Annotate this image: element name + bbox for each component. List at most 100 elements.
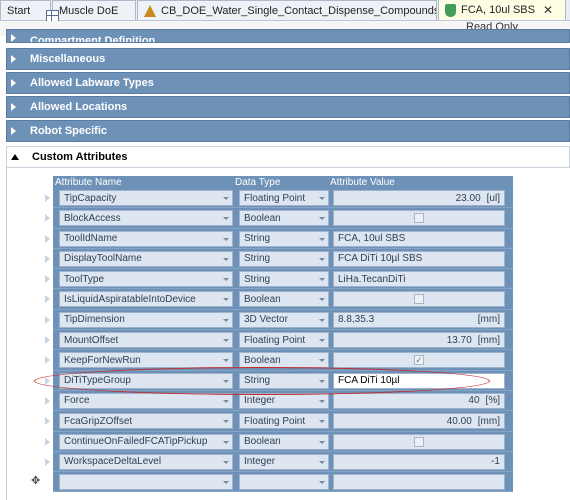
data-type-select[interactable]: Boolean (239, 352, 329, 369)
data-type: Floating Point (244, 415, 306, 427)
tab-start[interactable]: Start (0, 0, 51, 20)
new-row-val-cell[interactable] (333, 474, 505, 491)
attribute-name-select[interactable]: DiTiTypeGroup (59, 372, 233, 389)
data-type: 3D Vector (244, 314, 288, 326)
section-compartment-definition[interactable]: Compartment Definition (6, 29, 570, 43)
tab-fca-10ul-sbs[interactable]: FCA, 10ul SBS ✕ (438, 0, 566, 20)
dropdown-arrow-icon (223, 257, 229, 261)
attribute-value-checkbox-cell[interactable] (333, 433, 505, 450)
data-type-select[interactable]: Integer (239, 392, 329, 409)
dropdown-arrow-icon (223, 481, 229, 485)
tab-cb-doe-water[interactable]: CB_DOE_Water_Single_Contact_Dispense_Com… (137, 0, 437, 20)
section-custom-attributes[interactable]: Custom Attributes (6, 146, 570, 168)
dropdown-arrow-icon (223, 217, 229, 221)
data-type-select[interactable]: Boolean (239, 291, 329, 308)
table-row[interactable]: BlockAccess Boolean (45, 208, 513, 229)
new-row-icon[interactable]: ✥ (31, 476, 41, 487)
table-row[interactable]: TipDimension 3D Vector 8.8,35.3 [mm] (45, 309, 513, 331)
boolean-checkbox[interactable]: ✓ (414, 355, 424, 366)
table-row[interactable]: ToolIdName String FCA, 10ul SBS (45, 228, 513, 249)
table-row[interactable]: IsLiquidAspiratableIntoDevice Boolean (45, 289, 513, 310)
data-type-select[interactable]: 3D Vector (239, 311, 329, 328)
document-tabs: Start Muscle DoE CB_DOE_Water_Single_Con… (0, 0, 570, 23)
attribute-name-select[interactable]: DisplayToolName (59, 250, 233, 267)
attribute-value: FCA DiTi 10µl (338, 375, 400, 387)
attribute-value-field[interactable]: 23.00 [ul] (333, 190, 505, 206)
attribute-value-field[interactable]: 8.8,35.3 [mm] (333, 311, 505, 328)
attribute-value-field[interactable]: FCA DiTi 10µl SBS (333, 250, 505, 267)
tab-muscle-doe[interactable]: Muscle DoE (46, 0, 136, 23)
dropdown-arrow-icon (319, 217, 325, 221)
dropdown-arrow-icon (223, 298, 229, 302)
dropdown-arrow-icon (319, 318, 325, 322)
dropdown-arrow-icon (223, 460, 229, 464)
table-row[interactable]: MountOffset Floating Point 13.70 [mm] (45, 330, 513, 351)
data-type-select[interactable]: Floating Point (239, 332, 329, 349)
attribute-value-field[interactable]: FCA, 10ul SBS (333, 230, 505, 247)
table-row[interactable]: ContinueOnFailedFCATipPickup Boolean (45, 431, 513, 452)
attribute-value-field[interactable]: 13.70 [mm] (333, 332, 505, 349)
attribute-value-field[interactable]: -1 (333, 453, 505, 470)
attribute-name-select[interactable]: IsLiquidAspiratableIntoDevice (59, 291, 233, 308)
attribute-name: FcaGripZOffset (64, 415, 133, 427)
section-robot-specific[interactable]: Robot Specific (6, 120, 570, 142)
attribute-name-select[interactable]: MountOffset (59, 332, 233, 349)
table-row[interactable]: TipCapacity Floating Point 23.00 [ul] (45, 188, 513, 209)
boolean-checkbox[interactable] (414, 213, 424, 224)
row-arrow-icon (45, 315, 50, 324)
attribute-value-checkbox-cell[interactable] (333, 291, 505, 308)
table-row[interactable]: DiTiTypeGroup String FCA DiTi 10µl (45, 370, 513, 391)
attribute-name-select[interactable]: Force (59, 392, 233, 409)
attribute-value-field[interactable]: 40 [%] (333, 392, 505, 409)
row-arrow-icon (45, 254, 50, 263)
table-row[interactable]: WorkspaceDeltaLevel Integer -1 (45, 451, 513, 473)
attribute-value-field[interactable]: FCA DiTi 10µl (333, 372, 505, 389)
table-row[interactable]: FcaGripZOffset Floating Point 40.00 [mm] (45, 411, 513, 432)
attribute-value: FCA, 10ul SBS (338, 233, 406, 245)
attribute-name-select[interactable]: KeepForNewRun (59, 352, 233, 369)
attribute-value-field[interactable]: 40.00 [mm] (333, 413, 505, 430)
new-row[interactable] (53, 472, 513, 493)
data-type-select[interactable]: String (239, 372, 329, 389)
dropdown-arrow-icon (319, 237, 325, 241)
table-row[interactable]: KeepForNewRun Boolean ✓ (45, 350, 513, 371)
section-miscellaneous[interactable]: Miscellaneous (6, 48, 570, 70)
data-type-select[interactable]: String (239, 230, 329, 247)
attribute-name-select[interactable]: ToolIdName (59, 230, 233, 247)
attribute-name-select[interactable]: TipDimension (59, 311, 233, 328)
attribute-value-field[interactable]: LiHa.TecanDiTi (333, 271, 505, 288)
data-type-select[interactable]: String (239, 271, 329, 288)
new-row-type-cell[interactable] (239, 474, 329, 491)
tab-label: CB_DOE_Water_Single_Contact_Dispense_Com… (161, 4, 436, 17)
section-allowed-locations[interactable]: Allowed Locations (6, 96, 570, 118)
data-type-select[interactable]: Floating Point (239, 190, 329, 206)
data-type-select[interactable]: Integer (239, 453, 329, 470)
dropdown-arrow-icon (223, 379, 229, 383)
table-row[interactable]: Force Integer 40 [%] (45, 390, 513, 412)
table-row[interactable]: ToolType String LiHa.TecanDiTi (45, 269, 513, 290)
data-type: String (244, 253, 271, 265)
attribute-name-select[interactable]: WorkspaceDeltaLevel (59, 453, 233, 470)
attribute-value-checkbox-cell[interactable]: ✓ (333, 352, 505, 369)
attribute-name-select[interactable]: TipCapacity (59, 190, 233, 206)
section-allowed-labware-types[interactable]: Allowed Labware Types (6, 72, 570, 94)
data-type-select[interactable]: String (239, 250, 329, 267)
boolean-checkbox[interactable] (414, 294, 424, 305)
data-type-select[interactable]: Floating Point (239, 413, 329, 430)
table-row[interactable]: DisplayToolName String FCA DiTi 10µl SBS (45, 248, 513, 270)
dropdown-arrow-icon (319, 399, 325, 403)
attribute-value-checkbox-cell[interactable] (333, 210, 505, 227)
data-type-select[interactable]: Boolean (239, 433, 329, 450)
attribute-name-select[interactable]: FcaGripZOffset (59, 413, 233, 430)
attribute-name-select[interactable]: ToolType (59, 271, 233, 288)
section-label: Miscellaneous (30, 53, 106, 65)
attribute-name: DisplayToolName (64, 253, 142, 265)
boolean-checkbox[interactable] (414, 436, 424, 447)
close-icon[interactable]: ✕ (543, 3, 553, 17)
data-type-select[interactable]: Boolean (239, 210, 329, 227)
new-row-name-cell[interactable] (59, 474, 233, 491)
dropdown-arrow-icon (223, 278, 229, 282)
attribute-name-select[interactable]: BlockAccess (59, 210, 233, 227)
attribute-name-select[interactable]: ContinueOnFailedFCATipPickup (59, 433, 233, 450)
header-attribute-value: Attribute Value (330, 176, 395, 188)
